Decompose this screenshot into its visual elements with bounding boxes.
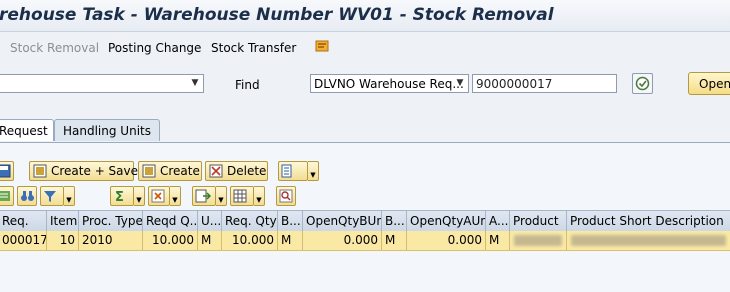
delete-button[interactable]: Delete	[205, 161, 268, 181]
cell-open-qty-bun[interactable]: 0.000	[303, 231, 382, 250]
magnifier-icon	[279, 189, 293, 203]
cell-open-qty-aun[interactable]: 0.000	[407, 231, 486, 250]
cell-unit[interactable]: M	[198, 231, 222, 250]
cell-req-qty[interactable]: 10.000	[222, 231, 278, 250]
filter-button[interactable]	[40, 186, 64, 206]
create-save-label: Create + Save	[51, 164, 139, 178]
sum-dropdown[interactable]: ▼	[134, 186, 145, 206]
notes-icon[interactable]	[314, 38, 330, 54]
title-bar: rehouse Task - Warehouse Number WV01 - S…	[0, 0, 730, 32]
find-type-value: DLVNO Warehouse Req...	[314, 77, 464, 91]
cell-product-description[interactable]	[567, 231, 730, 250]
cell-proc-type[interactable]: 2010	[79, 231, 143, 250]
subtotal-icon	[151, 189, 165, 203]
layout-grid-dropdown[interactable]: ▼	[254, 186, 265, 206]
column-header-product[interactable]: Product	[510, 211, 567, 231]
tab-strip: Request Handling Units	[0, 118, 730, 142]
find-value-input[interactable]: 9000000017	[472, 74, 617, 93]
export-icon	[195, 189, 211, 203]
create-icon	[142, 164, 156, 178]
redacted-description	[571, 235, 726, 246]
tab-handling-units[interactable]: Handling Units	[54, 119, 160, 141]
subtotal-dropdown[interactable]: ▼	[170, 186, 181, 206]
details-icon	[0, 191, 10, 201]
binoculars-icon	[21, 191, 34, 201]
layout-grid-button[interactable]	[230, 186, 254, 206]
delete-label: Delete	[227, 164, 267, 178]
cell-req[interactable]: 000017	[0, 231, 47, 250]
details-button[interactable]	[0, 186, 14, 206]
open-button[interactable]: Open	[688, 72, 730, 95]
cell-bun-2[interactable]: M	[382, 231, 407, 250]
export-button[interactable]	[192, 186, 216, 206]
column-header-req-qty[interactable]: Req. Qty	[222, 211, 278, 231]
chevron-down-icon[interactable]: ▼	[454, 77, 466, 90]
create-label: Create	[160, 164, 200, 178]
save-icon-button[interactable]	[0, 161, 14, 181]
selection-dropdown[interactable]: ▼	[0, 74, 204, 93]
sum-icon: Σ	[115, 190, 124, 203]
create-button[interactable]: Create	[138, 161, 202, 181]
export-dropdown[interactable]: ▼	[216, 186, 227, 206]
save-icon	[0, 164, 11, 178]
redacted-product	[514, 235, 562, 246]
cell-reqd-qty[interactable]: 10.000	[143, 231, 198, 250]
filter-icon	[44, 191, 56, 202]
execute-search-button[interactable]	[632, 73, 653, 94]
svg-text:Σ: Σ	[115, 190, 124, 203]
find-type-dropdown[interactable]: DLVNO Warehouse Req... ▼	[310, 74, 469, 93]
column-header-bun[interactable]: B...	[278, 211, 303, 231]
column-header-reqd-qty[interactable]: Reqd Q...	[143, 211, 198, 231]
application-toolbar: Stock Removal Posting Change Stock Trans…	[0, 32, 730, 62]
info-button[interactable]	[276, 186, 296, 206]
chevron-down-icon[interactable]: ▼	[189, 77, 201, 90]
layout-dropdown[interactable]: ▼	[308, 161, 319, 181]
tab-request[interactable]: Request	[0, 119, 54, 141]
column-header-aun[interactable]: A...	[486, 211, 510, 231]
column-header-open-qty-aun[interactable]: OpenQtyAUn	[407, 211, 486, 231]
create-save-button[interactable]: Create + Save	[29, 161, 138, 181]
posting-change-button[interactable]: Posting Change	[108, 41, 201, 55]
find-label: Find	[235, 78, 260, 92]
filter-dropdown[interactable]: ▼	[64, 186, 75, 206]
column-header-open-qty-bun[interactable]: OpenQtyBUn	[303, 211, 382, 231]
grid-layout-icon	[233, 189, 247, 203]
stock-transfer-button[interactable]: Stock Transfer	[211, 41, 296, 55]
column-header-unit[interactable]: U...	[198, 211, 222, 231]
layout-icon	[281, 164, 292, 178]
table-row[interactable]: 000017 10 2010 10.000 M 10.000 M 0.000 M…	[0, 231, 730, 251]
execute-icon	[635, 76, 650, 91]
delete-icon	[209, 164, 223, 178]
column-header-product-description[interactable]: Product Short Description	[567, 211, 730, 231]
column-header-proc-type[interactable]: Proc. Type	[79, 211, 143, 231]
find-button[interactable]	[17, 186, 37, 206]
stock-removal-button[interactable]: Stock Removal	[10, 41, 99, 55]
subtotal-button[interactable]	[148, 186, 170, 206]
cell-item[interactable]: 10	[47, 231, 79, 250]
window-title: rehouse Task - Warehouse Number WV01 - S…	[0, 5, 554, 25]
cell-product[interactable]	[510, 231, 567, 250]
column-header-item[interactable]: Item	[47, 211, 79, 231]
layout-button[interactable]	[278, 161, 308, 181]
cell-bun[interactable]: M	[278, 231, 303, 250]
column-header-req[interactable]: Req.	[0, 211, 47, 231]
create-save-icon	[33, 164, 47, 178]
sum-button[interactable]: Σ	[110, 186, 134, 206]
column-header-bun-2[interactable]: B...	[382, 211, 407, 231]
cell-aun[interactable]: M	[486, 231, 510, 250]
grid-header: Req. Item Proc. Type Reqd Q... U... Req.…	[0, 210, 730, 232]
